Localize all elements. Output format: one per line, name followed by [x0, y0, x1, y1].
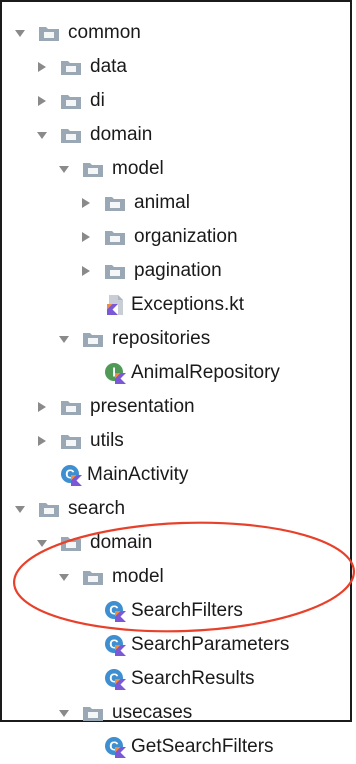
tree-item-di[interactable]: di	[2, 84, 350, 118]
folder-icon	[60, 433, 82, 450]
chevron-down-icon[interactable]	[58, 570, 70, 584]
chevron-right-icon[interactable]	[36, 60, 48, 74]
chevron-down-icon[interactable]	[36, 128, 48, 142]
tree-item-label: model	[112, 566, 164, 587]
tree-item-label: usecases	[112, 702, 193, 723]
tree-item-organization[interactable]: organization	[2, 220, 350, 254]
folder-icon	[104, 195, 126, 212]
chevron-down-icon[interactable]	[58, 162, 70, 176]
tree-item-domain[interactable]: domain	[2, 118, 350, 152]
tree-item-label: SearchParameters	[131, 634, 290, 655]
tree-item-searchfilters[interactable]: C SearchFilters	[2, 594, 350, 628]
tree-item-label: GetSearchFilters	[131, 736, 274, 757]
kotlin-class-icon: C	[104, 600, 126, 622]
tree-item-common[interactable]: common	[2, 16, 350, 50]
folder-icon	[60, 59, 82, 76]
kotlin-class-icon: C	[104, 634, 126, 656]
chevron-right-icon[interactable]	[36, 400, 48, 414]
tree-item-searchparameters[interactable]: C SearchParameters	[2, 628, 350, 662]
tree-item-label: AnimalRepository	[131, 362, 280, 383]
kotlin-class-icon: C	[104, 736, 126, 758]
tree-item-label: di	[90, 90, 105, 111]
tree-item-label: repositories	[112, 328, 211, 349]
folder-icon	[104, 229, 126, 246]
tree-item-animalrepository[interactable]: I AnimalRepository	[2, 356, 350, 390]
tree-item-label: SearchResults	[131, 668, 255, 689]
folder-icon	[60, 127, 82, 144]
tree-item-utils[interactable]: utils	[2, 424, 350, 458]
folder-icon	[60, 399, 82, 416]
tree-item-domain[interactable]: domain	[2, 526, 350, 560]
folder-icon	[60, 535, 82, 552]
chevron-right-icon[interactable]	[36, 94, 48, 108]
tree-item-label: presentation	[90, 396, 195, 417]
tree-item-label: domain	[90, 124, 153, 145]
kotlin-class-icon: C	[104, 668, 126, 690]
kotlin-interface-icon: I	[104, 362, 126, 384]
tree-item-label: MainActivity	[87, 464, 189, 485]
tree-item-data[interactable]: data	[2, 50, 350, 84]
tree-item-label: utils	[90, 430, 124, 451]
kotlin-class-icon: C	[60, 464, 82, 486]
tree-item-label: common	[68, 22, 141, 43]
folder-icon	[104, 263, 126, 280]
tree-item-label: model	[112, 158, 164, 179]
chevron-right-icon[interactable]	[36, 434, 48, 448]
chevron-down-icon[interactable]	[14, 502, 26, 516]
chevron-right-icon[interactable]	[80, 230, 92, 244]
tree-item-label: domain	[90, 532, 153, 553]
project-tree: common data di domain model animal organ…	[2, 16, 350, 764]
chevron-down-icon[interactable]	[58, 332, 70, 346]
kotlin-file-icon	[104, 294, 126, 316]
tree-item-getsearchfilters[interactable]: C GetSearchFilters	[2, 730, 350, 764]
tree-item-model[interactable]: model	[2, 560, 350, 594]
tree-item-label: search	[68, 498, 126, 519]
chevron-right-icon[interactable]	[80, 264, 92, 278]
folder-icon	[60, 93, 82, 110]
tree-item-label: SearchFilters	[131, 600, 243, 621]
tree-item-label: Exceptions.kt	[131, 294, 244, 315]
tree-item-search[interactable]: search	[2, 492, 350, 526]
tree-item-usecases[interactable]: usecases	[2, 696, 350, 730]
tree-item-searchresults[interactable]: C SearchResults	[2, 662, 350, 696]
chevron-down-icon[interactable]	[14, 26, 26, 40]
tree-item-pagination[interactable]: pagination	[2, 254, 350, 288]
tree-item-animal[interactable]: animal	[2, 186, 350, 220]
folder-icon	[82, 705, 104, 722]
chevron-right-icon[interactable]	[80, 196, 92, 210]
tree-item-label: data	[90, 56, 127, 77]
project-tree-panel: common data di domain model animal organ…	[0, 0, 356, 758]
chevron-down-icon[interactable]	[58, 706, 70, 720]
tree-item-label: animal	[134, 192, 190, 213]
tree-item-exceptions-kt[interactable]: Exceptions.kt	[2, 288, 350, 322]
folder-icon	[82, 569, 104, 586]
tree-item-repositories[interactable]: repositories	[2, 322, 350, 356]
tree-item-model[interactable]: model	[2, 152, 350, 186]
tree-item-mainactivity[interactable]: C MainActivity	[2, 458, 350, 492]
chevron-down-icon[interactable]	[36, 536, 48, 550]
tree-item-label: pagination	[134, 260, 222, 281]
folder-icon	[82, 161, 104, 178]
folder-icon	[38, 25, 60, 42]
folder-icon	[82, 331, 104, 348]
tree-item-label: organization	[134, 226, 238, 247]
tree-item-presentation[interactable]: presentation	[2, 390, 350, 424]
folder-icon	[38, 501, 60, 518]
